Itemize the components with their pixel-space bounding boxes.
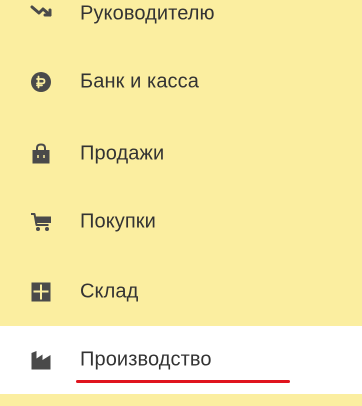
menu-item-sales[interactable]: Продажи <box>0 120 362 188</box>
menu-item-label: Производство <box>80 348 212 371</box>
warehouse-grid-icon <box>31 282 51 302</box>
menu-item-purchases[interactable]: Покупки <box>0 188 362 256</box>
menu-item-label: Покупки <box>80 210 156 233</box>
factory-icon <box>31 351 51 370</box>
shopping-cart-icon <box>31 213 51 231</box>
menu-item-label: Продажи <box>80 142 165 165</box>
menu-item-label: Банк и касса <box>80 70 199 93</box>
ruble-coin-icon <box>31 72 51 92</box>
menu-item-bank-cash[interactable]: Банк и касса <box>0 48 362 116</box>
manager-icon <box>30 5 52 17</box>
menu-item-manager[interactable]: Руководителю <box>0 0 362 48</box>
active-item-underline <box>76 380 290 383</box>
menu-item-production[interactable]: Производство <box>0 326 362 394</box>
menu-item-label: Руководителю <box>80 2 215 25</box>
menu-item-label: Склад <box>80 280 139 303</box>
menu-bottom-strip <box>0 395 362 406</box>
menu-item-warehouse[interactable]: Склад <box>0 258 362 326</box>
shopping-bag-icon <box>32 143 50 164</box>
sections-menu: Руководителю Банк и касса Продажи Покупк… <box>0 0 362 406</box>
